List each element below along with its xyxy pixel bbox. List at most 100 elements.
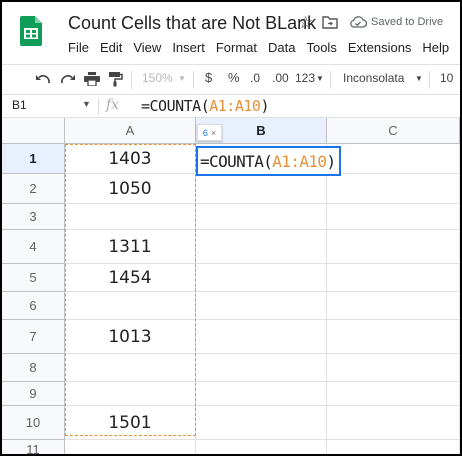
- undo-icon[interactable]: [35, 73, 51, 85]
- cell-c3[interactable]: [327, 204, 460, 230]
- cell-b8[interactable]: [196, 354, 327, 382]
- decrease-decimal-button[interactable]: .0: [250, 71, 260, 85]
- row-header-7[interactable]: 7: [2, 320, 65, 354]
- cell-formula-prefix: =COUNTA(: [200, 151, 273, 171]
- cell-b7[interactable]: [196, 320, 327, 354]
- move-folder-icon[interactable]: [322, 15, 338, 29]
- font-select[interactable]: Inconsolata: [343, 71, 404, 85]
- menu-help[interactable]: Help: [422, 40, 449, 58]
- menu-view[interactable]: View: [133, 40, 161, 58]
- cell-a8[interactable]: [65, 354, 196, 382]
- formula-input[interactable]: =COUNTA(A1:A10): [141, 97, 269, 115]
- formula-suffix: ): [260, 97, 269, 115]
- cell-b4[interactable]: [196, 230, 327, 264]
- cell-c1[interactable]: [327, 144, 460, 174]
- cell-formula-range-ref: A1:A10: [272, 151, 327, 171]
- menu-extensions[interactable]: Extensions: [348, 40, 412, 58]
- row-header-10[interactable]: 10: [2, 406, 65, 440]
- row-header-6[interactable]: 6: [2, 292, 65, 320]
- cell-a9[interactable]: [65, 382, 196, 406]
- cell-a7[interactable]: 1013: [65, 320, 196, 354]
- cell-a1[interactable]: 1403: [65, 144, 196, 174]
- cell-a4[interactable]: 1311: [65, 230, 196, 264]
- menu-bar: File Edit View Insert Format Data Tools …: [68, 40, 460, 58]
- menu-format[interactable]: Format: [216, 40, 257, 58]
- cell-a3[interactable]: [65, 204, 196, 230]
- cell-formula-suffix: ): [326, 151, 336, 171]
- star-icon[interactable]: ☆: [298, 13, 313, 33]
- active-cell-editor[interactable]: =COUNTA(A1:A10): [196, 146, 341, 176]
- zoom-select[interactable]: 150%: [142, 71, 173, 85]
- row-header-5[interactable]: 5: [2, 264, 65, 292]
- cell-a6[interactable]: [65, 292, 196, 320]
- more-formats-dropdown-icon[interactable]: ▼: [316, 74, 324, 83]
- font-dropdown-icon[interactable]: ▼: [415, 74, 423, 83]
- formula-bar-divider: [98, 98, 99, 115]
- percent-format-button[interactable]: %: [228, 70, 240, 85]
- font-size-select[interactable]: 10: [440, 71, 453, 85]
- more-formats-button[interactable]: 123: [295, 71, 315, 85]
- menu-edit[interactable]: Edit: [100, 40, 122, 58]
- document-title[interactable]: Count Cells that are Not BLank: [68, 13, 316, 34]
- formula-bar: B1 ▼ fx =COUNTA(A1:A10): [2, 94, 460, 118]
- result-preview-value: 6: [202, 127, 208, 138]
- cell-c7[interactable]: [327, 320, 460, 354]
- row-header-3[interactable]: 3: [2, 204, 65, 230]
- cell-b3[interactable]: [196, 204, 327, 230]
- cell-a11[interactable]: [65, 440, 196, 454]
- menu-file[interactable]: File: [68, 40, 89, 58]
- result-preview-tooltip[interactable]: 6 ×: [197, 124, 222, 141]
- cell-b10[interactable]: [196, 406, 327, 440]
- menu-tools[interactable]: Tools: [306, 40, 336, 58]
- row-header-11[interactable]: 11: [2, 440, 65, 454]
- cell-b2[interactable]: [196, 174, 327, 204]
- cell-c4[interactable]: [327, 230, 460, 264]
- name-box[interactable]: B1: [12, 98, 27, 112]
- cell-c5[interactable]: [327, 264, 460, 292]
- cell-c10[interactable]: [327, 406, 460, 440]
- fx-icon: fx: [106, 97, 120, 113]
- cell-c8[interactable]: [327, 354, 460, 382]
- cell-a10[interactable]: 1501: [65, 406, 196, 440]
- increase-decimal-button[interactable]: .00: [272, 71, 289, 85]
- spreadsheet-window: Count Cells that are Not BLank ☆ Saved t…: [2, 2, 460, 454]
- toolbar-divider: [429, 71, 430, 89]
- cell-b9[interactable]: [196, 382, 327, 406]
- toolbar-divider: [330, 71, 331, 89]
- row-header-2[interactable]: 2: [2, 174, 65, 204]
- name-box-dropdown-icon[interactable]: ▼: [82, 99, 91, 109]
- row-header-8[interactable]: 8: [2, 354, 65, 382]
- redo-icon[interactable]: [60, 73, 76, 85]
- cell-c11[interactable]: [327, 440, 460, 454]
- select-all-corner[interactable]: [2, 118, 65, 144]
- toolbar: 150% ▼ $ % .0 .00 123 ▼ Inconsolata ▼ 10: [2, 64, 460, 94]
- row-header-9[interactable]: 9: [2, 382, 65, 406]
- formula-range-ref: A1:A10: [209, 97, 261, 115]
- currency-format-button[interactable]: $: [205, 70, 212, 85]
- cell-a2[interactable]: 1050: [65, 174, 196, 204]
- row-header-4[interactable]: 4: [2, 230, 65, 264]
- toolbar-divider: [193, 71, 194, 89]
- paint-format-icon[interactable]: [109, 72, 123, 87]
- cell-c9[interactable]: [327, 382, 460, 406]
- cloud-saved-icon[interactable]: [349, 15, 367, 29]
- formula-prefix: =COUNTA(: [141, 97, 210, 115]
- print-icon[interactable]: [84, 72, 100, 86]
- cell-b6[interactable]: [196, 292, 327, 320]
- row-header-1[interactable]: 1: [2, 144, 65, 174]
- menu-data[interactable]: Data: [268, 40, 295, 58]
- cell-c6[interactable]: [327, 292, 460, 320]
- column-header-a[interactable]: A: [65, 118, 196, 144]
- sheets-logo-icon[interactable]: [20, 16, 42, 46]
- saved-status: Saved to Drive: [371, 16, 444, 28]
- menu-insert[interactable]: Insert: [172, 40, 205, 58]
- toolbar-divider: [131, 71, 132, 89]
- sheet-grid: A B C 1 1403 2 1050 3 4 1311 5 1454 6 7 1013 8 9 10 150…: [2, 118, 460, 454]
- close-icon[interactable]: ×: [211, 128, 216, 138]
- cell-b5[interactable]: [196, 264, 327, 292]
- column-header-c[interactable]: C: [327, 118, 460, 144]
- cell-a5[interactable]: 1454: [65, 264, 196, 292]
- cell-b11[interactable]: [196, 440, 327, 454]
- cell-c2[interactable]: [327, 174, 460, 204]
- zoom-dropdown-icon[interactable]: ▼: [178, 74, 186, 83]
